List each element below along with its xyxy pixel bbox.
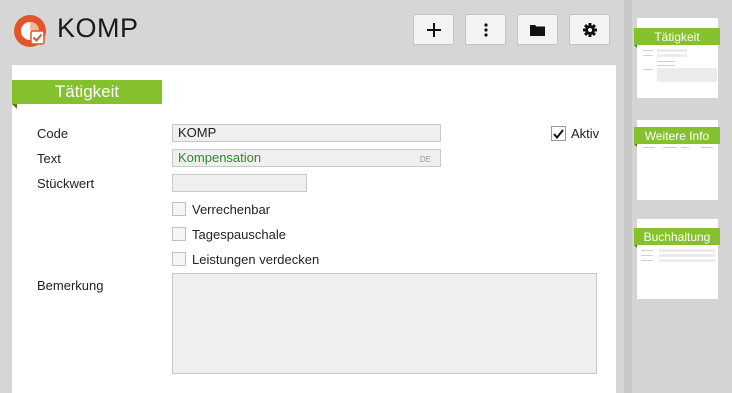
folder-button[interactable] [517,14,558,45]
more-button[interactable] [465,14,506,45]
stueckwert-field[interactable] [172,174,307,192]
add-button[interactable] [413,14,454,45]
code-label: Code [37,126,69,141]
bemerkung-textarea[interactable] [172,273,597,374]
scrollbar[interactable] [624,0,632,393]
thumbnail-label-taetigkeit: Tätigkeit [634,28,720,45]
thumbnail-label-weitere-info: Weitere Info [634,127,720,144]
text-field-value: Kompensation [178,150,262,165]
page-title: KOMP [57,13,139,43]
aktiv-checkbox[interactable] [551,126,566,141]
section-title: Tätigkeit [12,80,162,104]
verrechenbar-label: Verrechenbar [192,202,271,217]
app-logo-icon [13,14,47,48]
tagespauschale-checkbox[interactable] [172,227,186,241]
thumbnail-label-buchhaltung: Buchhaltung [634,228,720,245]
settings-button[interactable] [569,14,610,45]
thumbnail-fold [634,245,637,248]
checkmark-icon [553,128,564,139]
kebab-menu-icon [483,22,488,37]
leistungen-verdecken-checkbox[interactable] [172,252,186,266]
stueckwert-label: Stückwert [37,176,95,191]
leistungen-verdecken-label: Leistungen verdecken [192,252,320,267]
text-field[interactable]: Kompensation DE [172,149,441,167]
folder-icon [530,24,545,36]
plus-icon [426,22,441,37]
thumbnail-fold [634,144,637,147]
main-window: KOMP Tätigkeit Code KOMP Aktiv Text Komp… [0,0,624,393]
verrechenbar-checkbox[interactable] [172,202,186,216]
bemerkung-label: Bemerkung [37,278,104,293]
thumbnail-fold [634,45,637,48]
tagespauschale-label: Tagespauschale [192,227,286,242]
code-field[interactable]: KOMP [172,124,441,142]
gear-icon [582,22,597,37]
ribbon-fold [12,104,17,109]
text-label: Text [37,151,61,166]
aktiv-label: Aktiv [571,126,600,141]
language-badge[interactable]: DE [420,152,431,168]
